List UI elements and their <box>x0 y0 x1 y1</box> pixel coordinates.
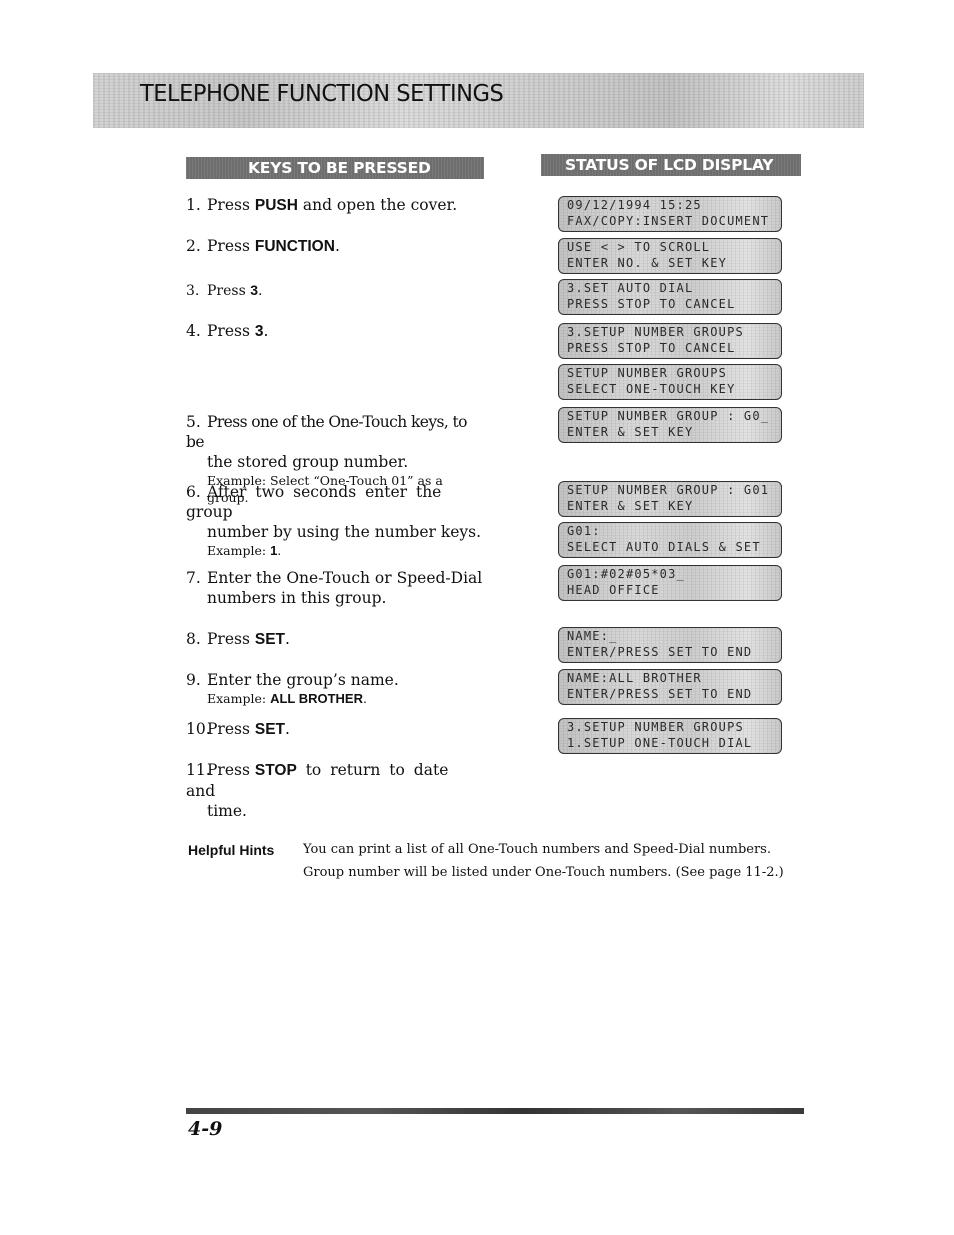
key-name: SET <box>254 631 286 648</box>
step-6: 6. After two seconds enter the group numb… <box>186 483 482 558</box>
example-key: ALL BROTHER <box>270 691 363 706</box>
lcd-display: SETUP NUMBER GROUP : G01 ENTER & SET KEY <box>558 481 782 517</box>
step-2: 2. Press FUNCTION. <box>186 237 340 255</box>
keys-column-header: KEYS TO BE PRESSED <box>186 157 484 179</box>
step-7: 7. Enter the One-Touch or Speed-Dial numb… <box>186 569 483 607</box>
lcd-display: 3.SETUP NUMBER GROUPS 1.SETUP ONE-TOUCH D… <box>558 718 782 754</box>
footer-rule <box>186 1108 804 1114</box>
step-3: 3. Press 3. <box>186 282 263 299</box>
page-number: 4-9 <box>188 1118 223 1140</box>
step-11: 11.Press STOP to return to date and time… <box>186 761 449 820</box>
step-1: 1. Press PUSH and open the cover. <box>186 196 458 214</box>
key-name: STOP <box>254 762 297 779</box>
lcd-display: 3.SETUP NUMBER GROUPS PRESS STOP TO CANCE… <box>558 323 782 359</box>
helpful-hints-label: Helpful Hints <box>188 842 275 858</box>
key-name: PUSH <box>254 197 298 214</box>
lcd-display: G01: SELECT AUTO DIALS & SET <box>558 522 782 558</box>
lcd-display: SETUP NUMBER GROUPS SELECT ONE-TOUCH KEY <box>558 364 782 400</box>
key-name: 3 <box>250 282 259 298</box>
lcd-display: NAME:_ ENTER/PRESS SET TO END <box>558 627 782 663</box>
step-8: 8. Press SET. <box>186 630 290 648</box>
page-title: TELEPHONE FUNCTION SETTINGS <box>140 81 504 107</box>
lcd-display: SETUP NUMBER GROUP : G0_ ENTER & SET KEY <box>558 407 782 443</box>
key-name: SET <box>254 721 286 738</box>
lcd-column-header: STATUS OF LCD DISPLAY <box>541 154 801 176</box>
lcd-display: 3.SET AUTO DIAL PRESS STOP TO CANCEL <box>558 279 782 315</box>
key-name: FUNCTION <box>254 238 335 255</box>
keys-column-header-label: KEYS TO BE PRESSED <box>248 159 431 177</box>
step-9: 9. Enter the group’s name. Example: ALL B… <box>186 671 399 706</box>
helpful-hints-text: You can print a list of all One-Touch nu… <box>303 842 784 880</box>
lcd-display: NAME:ALL BROTHER ENTER/PRESS SET TO END <box>558 669 782 705</box>
step-10: 10.Press SET. <box>186 720 290 738</box>
lcd-display: G01:#02#05*03_ HEAD OFFICE <box>558 565 782 601</box>
lcd-column-header-label: STATUS OF LCD DISPLAY <box>565 156 774 174</box>
title-band: TELEPHONE FUNCTION SETTINGS <box>93 73 864 128</box>
lcd-display: USE < > TO SCROLL ENTER NO. & SET KEY <box>558 238 782 274</box>
step-4: 4. Press 3. <box>186 322 269 340</box>
lcd-display: 09/12/1994 15:25 FAX/COPY:INSERT DOCUMENT <box>558 196 782 232</box>
